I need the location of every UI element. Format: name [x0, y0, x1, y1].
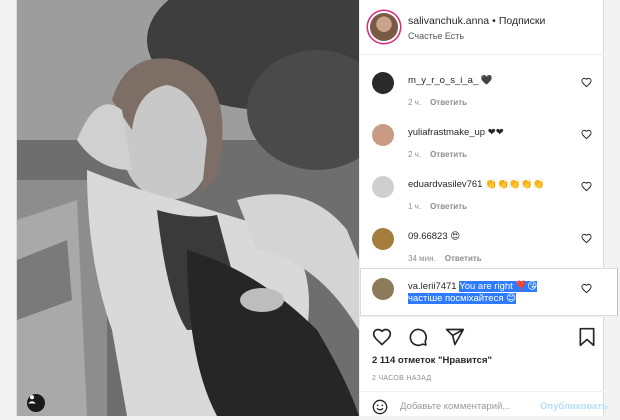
smile-icon[interactable] [372, 399, 388, 420]
comment-text: ❤❤ [487, 127, 504, 138]
author-avatar[interactable] [370, 13, 398, 41]
follow-status-button[interactable]: Подписки [499, 15, 546, 27]
selected-comment-frame [360, 268, 618, 316]
separator-dot: • [492, 15, 496, 27]
bookmark-icon[interactable] [578, 327, 596, 352]
comment-like-icon[interactable] [581, 283, 592, 294]
comment-meta: 34 мин. Ответить [408, 254, 482, 263]
comment-text-selected: частіше посміхайтеся 😊 [408, 293, 517, 304]
comment-text: 👏👏👏👏👏 [485, 179, 545, 190]
comment-input[interactable]: Добавьте комментарий... [400, 401, 510, 412]
add-comment-bar: Добавьте комментарий... Опубликовать [360, 391, 608, 420]
reply-button[interactable]: Ответить [430, 98, 467, 107]
comment-line: 09.66823 😍 [408, 231, 460, 242]
comment-like-icon[interactable] [581, 129, 592, 140]
commenter-avatar[interactable] [372, 278, 394, 300]
post-sidebar: salivanchuk.anna • Подписки Счастье Есть m… [359, 0, 618, 420]
post-actions: 2 114 отметок "Нравится" 2 ЧАСОВ НАЗАД Д… [360, 316, 608, 420]
post-header: salivanchuk.anna • Подписки Счастье Есть [360, 0, 604, 55]
comment-age: 2 ч. [408, 98, 422, 107]
comment-username[interactable]: m_y_r_o_s_i_a_ [408, 75, 478, 86]
commenter-avatar[interactable] [372, 124, 394, 146]
likes-count[interactable]: 2 114 отметок "Нравится" [372, 355, 492, 366]
reply-button[interactable]: Ответить [430, 202, 467, 211]
comment-meta: 2 ч. Ответить [408, 150, 467, 159]
author-line: salivanchuk.anna • Подписки [408, 15, 545, 27]
comment-age: 34 мин. [408, 254, 436, 263]
comment-text-selected: You are right ❣️😘 [459, 281, 538, 292]
comment-username[interactable]: va.lerii7471 [408, 281, 457, 292]
comment-line: eduardvasilev761 👏👏👏👏👏 [408, 179, 544, 190]
comment-username[interactable]: eduardvasilev761 [408, 179, 482, 190]
comment-text: 🖤 [480, 75, 493, 86]
comment-username[interactable]: yuliafrastmake_up [408, 127, 485, 138]
commenter-avatar[interactable] [372, 176, 394, 198]
user-tag-icon[interactable] [27, 394, 45, 412]
comment-like-icon[interactable] [581, 77, 592, 88]
action-icons [372, 327, 477, 349]
reply-button[interactable]: Ответить [445, 254, 482, 263]
heart-icon[interactable] [372, 327, 392, 352]
comment-meta: 2 ч. Ответить [408, 98, 467, 107]
instagram-post: salivanchuk.anna • Подписки Счастье Есть m… [16, 0, 618, 420]
comment-age: 1 ч. [408, 202, 422, 211]
comment-like-icon[interactable] [581, 233, 592, 244]
comment-line-2: частіше посміхайтеся 😊 [408, 293, 517, 304]
commenter-avatar[interactable] [372, 228, 394, 250]
author-username[interactable]: salivanchuk.anna [408, 15, 489, 27]
comment-meta: 1 ч. Ответить [408, 202, 467, 211]
post-photo[interactable] [17, 0, 359, 416]
commenter-avatar[interactable] [372, 72, 394, 94]
photo-artwork [17, 0, 359, 416]
comment-age: 2 ч. [408, 150, 422, 159]
comment-username[interactable]: 09.66823 [408, 231, 448, 242]
comment-line: m_y_r_o_s_i_a_ 🖤 [408, 75, 493, 86]
publish-button[interactable]: Опубликовать [540, 401, 608, 412]
comment-line: va.lerii7471 You are right ❣️😘 [408, 281, 538, 292]
post-timestamp: 2 ЧАСОВ НАЗАД [372, 375, 432, 382]
comment-line: yuliafrastmake_up ❤❤ [408, 127, 504, 138]
post-location[interactable]: Счастье Есть [408, 31, 464, 41]
comment-like-icon[interactable] [581, 181, 592, 192]
reply-button[interactable]: Ответить [430, 150, 467, 159]
comment-text: 😍 [450, 231, 461, 242]
comment-icon[interactable] [408, 327, 428, 352]
share-icon[interactable] [445, 327, 465, 352]
